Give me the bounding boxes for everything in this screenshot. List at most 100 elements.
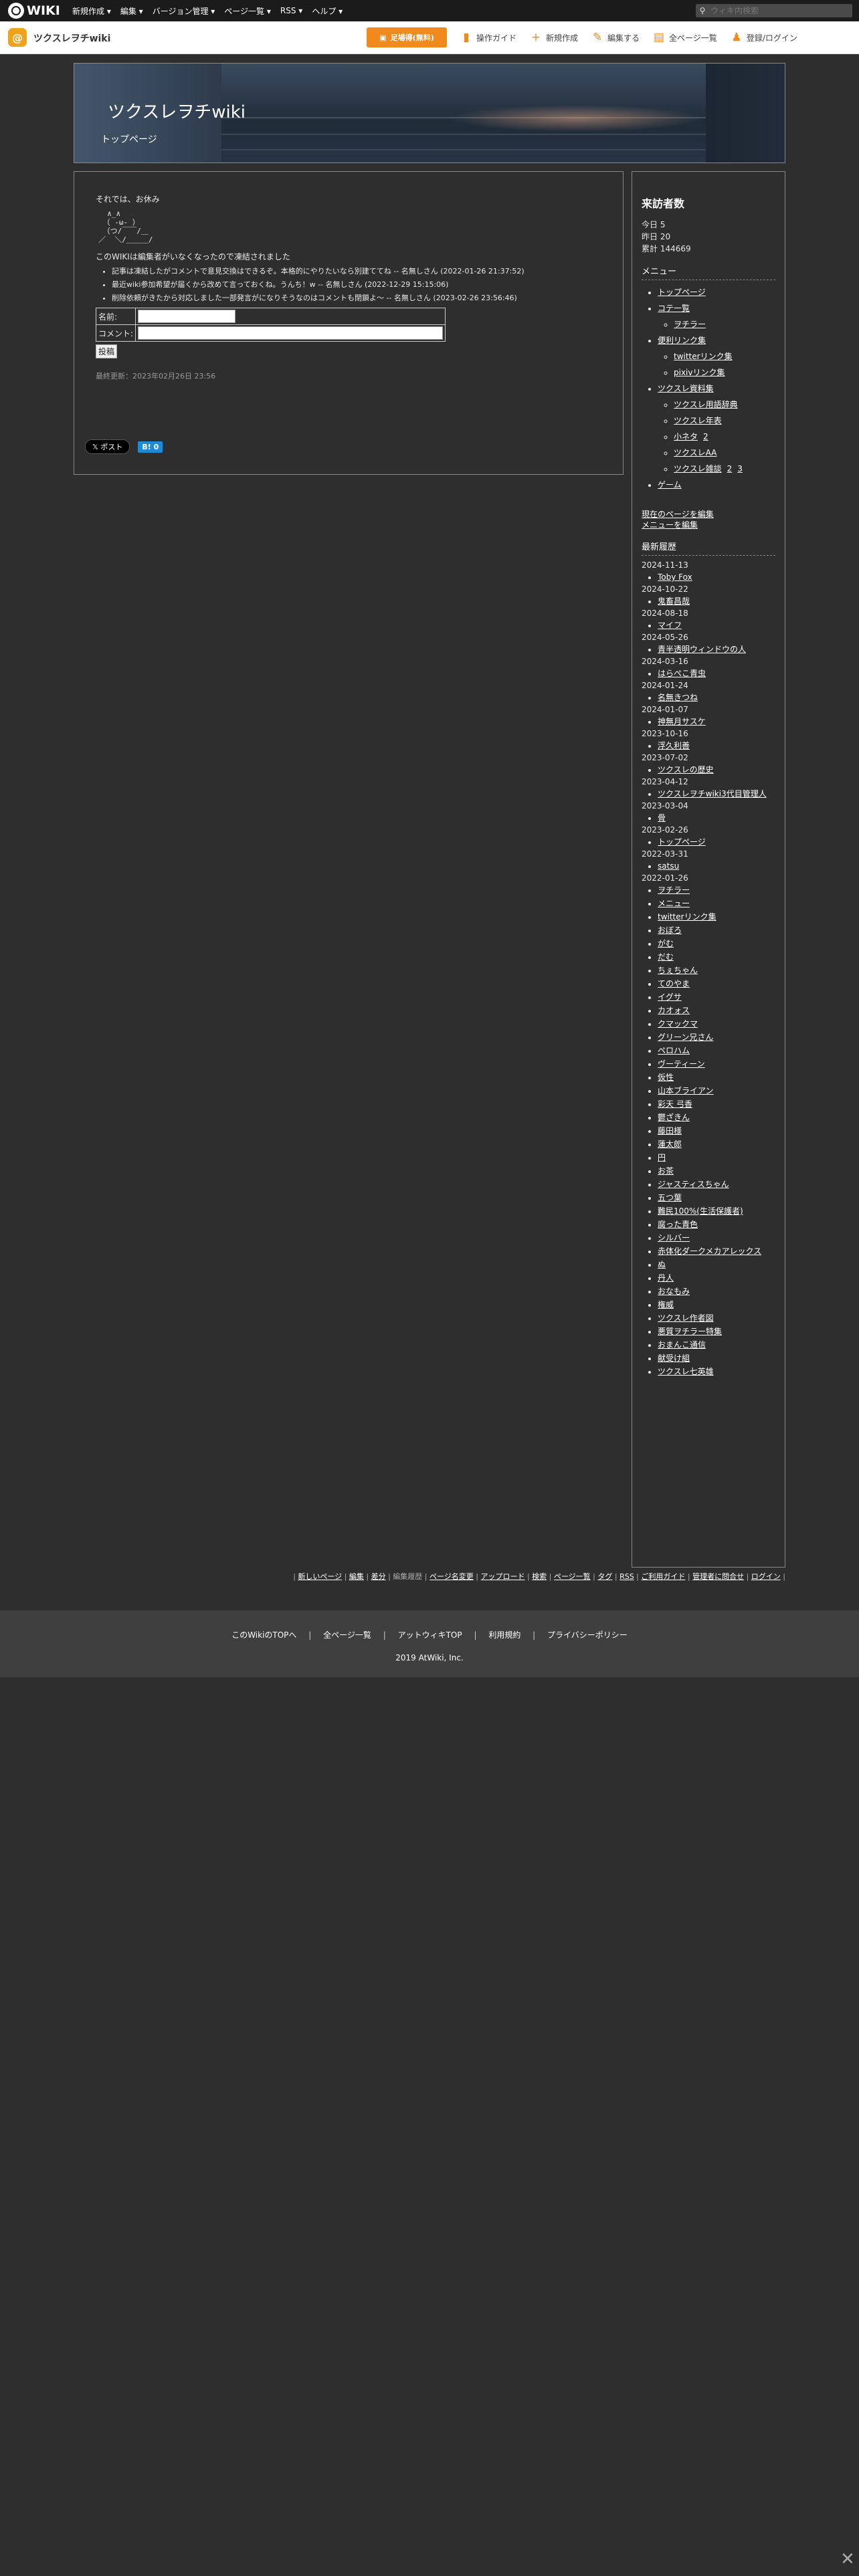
sidebar-item-chat[interactable]: ツクスレ雑談 (674, 464, 722, 473)
recent-page-link[interactable]: 名無きつね (658, 693, 698, 702)
recent-page-link[interactable]: 悪質ヲチラー特集 (658, 1327, 722, 1336)
edit-menu-link[interactable]: メニューを編集 (642, 520, 698, 530)
comment-field[interactable] (138, 326, 444, 340)
page-action-link[interactable]: 編集履歴 (393, 1572, 422, 1581)
recent-page-link[interactable]: おなもみ (658, 1287, 690, 1296)
recent-page-link[interactable]: カオォス (658, 1006, 690, 1015)
sidebar-item-top[interactable]: トップページ (658, 288, 706, 297)
recent-page-link[interactable]: 藤田様 (658, 1126, 682, 1136)
page-action-link[interactable]: ページ名変更 (430, 1572, 474, 1581)
recent-page-link[interactable]: ジャスティスちゃん (658, 1180, 729, 1189)
page-action-link[interactable]: 新しいページ (298, 1572, 342, 1581)
recent-page-link[interactable]: ツクスレの歴史 (658, 765, 714, 774)
recent-page-link[interactable]: おぼろ (658, 926, 682, 935)
sidebar-item-kote[interactable]: コテ一覧 (658, 304, 690, 313)
recent-page-link[interactable]: がむ (658, 939, 674, 948)
page-action-link[interactable]: ログイン (751, 1572, 781, 1581)
sidebar-item-twitter[interactable]: twitterリンク集 (674, 352, 733, 361)
sidebar-item-links[interactable]: 便利リンク集 (658, 336, 706, 345)
register-button[interactable]: ▣ 足場得(無料) (367, 27, 447, 47)
recent-page-link[interactable]: 蓮太郎 (658, 1140, 682, 1149)
recent-page-link[interactable]: 権威 (658, 1300, 674, 1309)
menu-version[interactable]: バージョン管理 ▾ (153, 5, 215, 17)
page-action-link[interactable]: 管理者に問合せ (692, 1572, 744, 1581)
recent-page-link[interactable]: 五つ葉 (658, 1193, 682, 1202)
tool-all-pages[interactable]: ▤ 全ページ一覧 (653, 31, 717, 43)
recent-page-link[interactable]: ペロハム (658, 1046, 690, 1055)
recent-page-link[interactable]: 骨 (658, 813, 666, 823)
sidebar-item-glossary[interactable]: ツクスレ用語辞典 (674, 400, 738, 409)
recent-page-link[interactable]: 赤体化ダークメカアレックス (658, 1247, 761, 1256)
recent-page-link[interactable]: トップページ (658, 837, 706, 847)
search-icon[interactable]: ⚲ (696, 6, 709, 15)
tool-new[interactable]: + 新規作成 (530, 31, 578, 43)
recent-page-link[interactable]: 丹人 (658, 1273, 674, 1283)
recent-page-link[interactable]: シルバー (658, 1233, 690, 1243)
footer-link-all-pages[interactable]: 全ページ一覧 (323, 1630, 371, 1640)
sidebar-item-game[interactable]: ゲーム (658, 480, 682, 490)
page-action-link[interactable]: RSS (619, 1572, 634, 1581)
recent-page-link[interactable]: 腐った青色 (658, 1220, 698, 1229)
recent-page-link[interactable]: メニュー (658, 899, 690, 908)
tool-login[interactable]: ♟ 登録/ログイン (731, 31, 797, 43)
recent-page-link[interactable]: 彩天 弓香 (658, 1099, 692, 1109)
recent-page-link[interactable]: はらぺこ青虫 (658, 669, 706, 678)
tool-edit[interactable]: ✎ 編集する (591, 31, 640, 43)
menu-rss[interactable]: RSS ▾ (280, 6, 302, 15)
recent-page-link[interactable]: おまんこ通信 (658, 1340, 706, 1350)
footer-link-atwiki-top[interactable]: アットウィキTOP (398, 1630, 462, 1640)
recent-page-link[interactable]: マイフ (658, 621, 682, 630)
recent-page-link[interactable]: ヲチラー (658, 885, 690, 895)
x-post-button[interactable]: 𝕏 ポスト (85, 439, 130, 454)
page-action-link[interactable]: アップロード (480, 1572, 524, 1581)
recent-page-link[interactable]: 神無月サスケ (658, 717, 706, 726)
page-action-link[interactable]: タグ (597, 1572, 612, 1581)
sidebar-item-chat-2[interactable]: 2 (727, 464, 733, 473)
recent-page-link[interactable]: ヴーティーン (658, 1059, 705, 1069)
menu-pages[interactable]: ページ一覧 ▾ (224, 5, 271, 17)
name-field[interactable] (138, 310, 236, 323)
page-action-link[interactable]: 検索 (532, 1572, 547, 1581)
recent-page-link[interactable]: 浮久利善 (658, 741, 690, 750)
recent-page-link[interactable]: グリーン兄さん (658, 1033, 713, 1042)
edit-current-page-link[interactable]: 現在のページを編集 (642, 510, 714, 519)
footer-link-wiki-top[interactable]: このWikiのTOPへ (231, 1630, 296, 1640)
recent-page-link[interactable]: てのやま (658, 979, 690, 988)
recent-page-link[interactable]: 献受け組 (658, 1354, 690, 1363)
recent-page-link[interactable]: お茶 (658, 1166, 674, 1176)
menu-edit[interactable]: 編集 ▾ (120, 5, 143, 17)
sidebar-item-materials[interactable]: ツクスレ資料集 (658, 384, 714, 393)
page-action-link[interactable]: ご利用ガイド (641, 1572, 685, 1581)
footer-link-privacy[interactable]: プライバシーポリシー (547, 1630, 628, 1640)
recent-page-link[interactable]: 難民100%(生活保護者) (658, 1206, 743, 1216)
hatena-bookmark-button[interactable]: B! 0 (138, 441, 163, 453)
recent-page-link[interactable]: Toby Fox (658, 572, 692, 582)
sidebar-item-aa[interactable]: ツクスレAA (674, 448, 717, 457)
recent-page-link[interactable]: イグサ (658, 992, 682, 1002)
site-logo-icon[interactable]: @ (8, 28, 27, 47)
recent-page-link[interactable]: クマックマ (658, 1019, 698, 1029)
sidebar-item-wotchira[interactable]: ヲチラー (674, 320, 706, 329)
sidebar-item-trivia[interactable]: 小ネタ (674, 432, 698, 441)
page-action-link[interactable]: 編集 (349, 1572, 364, 1581)
page-action-link[interactable]: ページ一覧 (554, 1572, 591, 1581)
recent-page-link[interactable]: 鬱ざきん (658, 1113, 690, 1122)
wiki-title[interactable]: ツクスレヲチwiki (108, 98, 246, 123)
page-action-link[interactable]: 差分 (371, 1572, 386, 1581)
sidebar-item-chat-3[interactable]: 3 (737, 464, 743, 473)
recent-page-link[interactable]: だむ (658, 952, 674, 962)
recent-page-link[interactable]: twitterリンク集 (658, 912, 717, 922)
close-icon[interactable]: ✕ (840, 2549, 855, 2569)
tool-guide[interactable]: ▮ 操作ガイド (460, 31, 516, 43)
recent-page-link[interactable]: 鬼畜昌哉 (658, 597, 690, 606)
recent-page-link[interactable]: 青半透明ウィンドウの人 (658, 645, 746, 654)
sidebar-item-pixiv[interactable]: pixivリンク集 (674, 368, 725, 377)
recent-page-link[interactable]: ツクスレ作者図 (658, 1313, 714, 1323)
sidebar-item-chronology[interactable]: ツクスレ年表 (674, 416, 722, 425)
recent-page-link[interactable]: 山本ブライアン (658, 1086, 714, 1095)
recent-page-link[interactable]: ツクスレヲチwiki3代目管理人 (658, 789, 767, 798)
menu-help[interactable]: ヘルプ ▾ (312, 5, 343, 17)
recent-page-link[interactable]: ぬ (658, 1260, 666, 1269)
recent-page-link[interactable]: 円 (658, 1153, 666, 1162)
post-button[interactable]: 投稿 (96, 344, 118, 358)
